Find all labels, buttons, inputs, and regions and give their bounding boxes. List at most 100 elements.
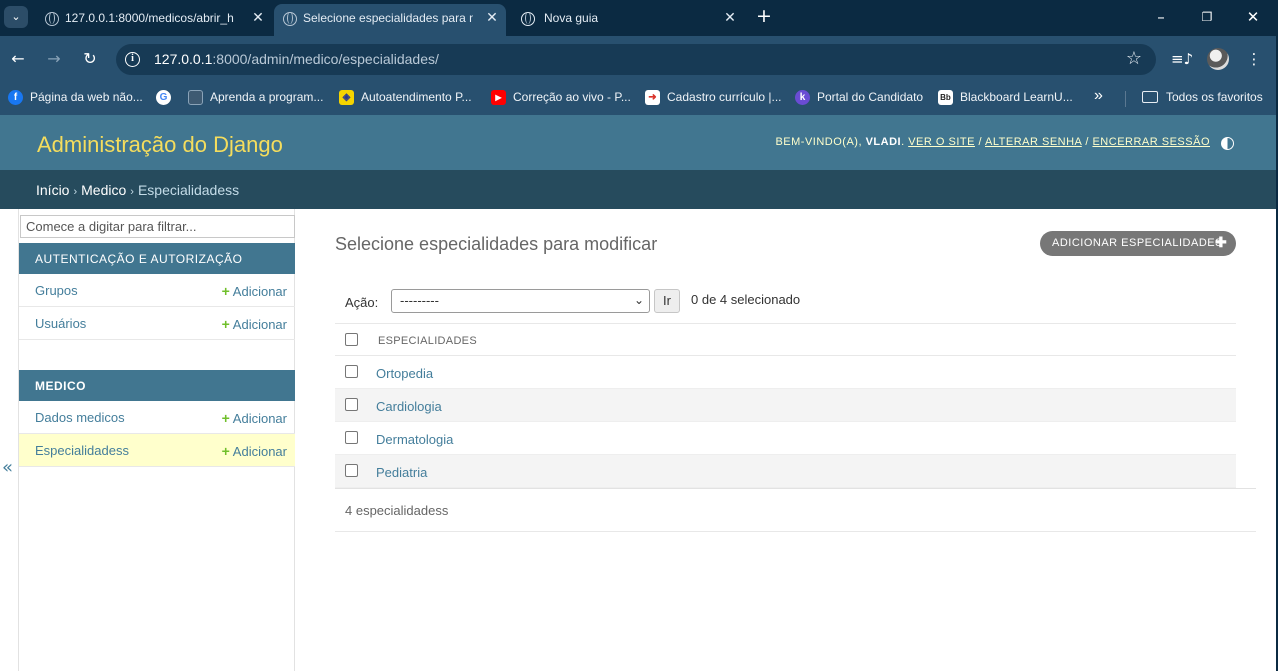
admin-header: Administração do Django Bem-vindo(a), vl… xyxy=(0,115,1276,170)
row-link[interactable]: Pediatria xyxy=(376,465,427,480)
table-header-row: Especialidades xyxy=(335,323,1236,356)
youtube-icon: ▶ xyxy=(491,90,506,105)
toggle-sidebar-icon[interactable]: « xyxy=(2,457,13,478)
reload-icon[interactable]: ↻ xyxy=(79,48,101,70)
add-link[interactable]: + Adicionar xyxy=(222,316,287,332)
browser-tab-especialidades[interactable]: Selecione especialidades para m ✕ xyxy=(274,4,506,36)
module-caption-auth[interactable]: Autenticação e Autorização xyxy=(19,243,295,274)
plus-icon: + xyxy=(221,410,230,426)
paginator: 4 especialidadess xyxy=(335,488,1256,532)
nav-sidebar: Autenticação e Autorização Grupos +Adici… xyxy=(18,209,295,671)
tab-search-chevron-icon[interactable]: ⌄ xyxy=(4,6,28,28)
add-link[interactable]: + Adicionar xyxy=(222,410,287,426)
globe-icon xyxy=(45,12,59,26)
plus-icon: ✚ xyxy=(1215,234,1228,250)
media-control-icon[interactable]: ≡♪ xyxy=(1171,48,1193,70)
divider xyxy=(1125,91,1126,107)
new-tab-plus-icon[interactable]: + xyxy=(754,6,774,26)
sidebar-filter-input[interactable] xyxy=(20,215,295,238)
folder-icon xyxy=(1142,91,1158,103)
chrome-icon xyxy=(521,12,535,26)
more-bookmarks-chevron-icon[interactable]: » xyxy=(1094,87,1103,105)
back-arrow-icon[interactable]: ← xyxy=(7,48,29,70)
site-brand[interactable]: Administração do Django xyxy=(37,132,283,158)
row-checkbox[interactable] xyxy=(345,431,358,444)
k-icon: k xyxy=(795,90,810,105)
row-link[interactable]: Ortopedia xyxy=(376,366,433,381)
main-content: Selecione especialidades para modificar … xyxy=(296,209,1276,671)
row-link[interactable]: Dermatologia xyxy=(376,432,453,447)
breadcrumb: Início › Medico › Especialidadess xyxy=(0,170,1276,209)
welcome-text: Bem-vindo(a), xyxy=(775,136,863,148)
theme-toggle-icon[interactable] xyxy=(1221,137,1234,150)
go-button[interactable]: Ir xyxy=(654,289,680,313)
row-link[interactable]: Cardiologia xyxy=(376,399,442,414)
column-header[interactable]: Especialidades xyxy=(378,335,477,347)
model-link[interactable]: Dados medicos xyxy=(35,410,125,425)
close-icon[interactable]: ✕ xyxy=(484,9,500,25)
page-icon xyxy=(188,90,203,105)
browser-tab-nova-guia[interactable]: Nova guia ✕ xyxy=(512,4,744,36)
sidebar-item-dados-medicos: Dados medicos + Adicionar xyxy=(19,401,295,434)
model-link[interactable]: Grupos xyxy=(35,283,78,298)
sidebar-item-usuarios: Usuários + Adicionar xyxy=(19,307,295,340)
sidebar-item-grupos: Grupos + Adicionar xyxy=(19,274,295,307)
facebook-icon: f xyxy=(8,90,23,105)
logout-link[interactable]: Encerrar sessão xyxy=(1092,136,1210,148)
row-checkbox[interactable] xyxy=(345,365,358,378)
breadcrumb-separator: › xyxy=(130,186,134,198)
view-site-link[interactable]: Ver o site xyxy=(908,136,975,148)
sidebar-item-especialidadess: Especialidadess + Adicionar xyxy=(19,434,295,467)
selection-counter: 0 de 4 selecionado xyxy=(691,292,801,307)
plus-icon: + xyxy=(221,283,230,299)
close-icon[interactable]: ✕ xyxy=(250,9,266,25)
close-icon[interactable]: ✕ xyxy=(722,9,738,25)
browser-tab-strip: ⌄ 127.0.0.1:8000/medicos/abrir_h ✕ Selec… xyxy=(0,0,1278,36)
browser-tab-medicos[interactable]: 127.0.0.1:8000/medicos/abrir_h ✕ xyxy=(36,4,272,36)
tab-title: 127.0.0.1:8000/medicos/abrir_h xyxy=(65,11,234,25)
browser-toolbar: ← → ↻ i 127.0.0.1:8000/admin/medico/espe… xyxy=(0,36,1278,82)
plus-icon: + xyxy=(221,316,230,332)
plus-icon: + xyxy=(221,443,230,459)
login-icon: ➜ xyxy=(645,90,660,105)
tab-title: Selecione especialidades para m xyxy=(303,11,473,25)
module-caption-medico[interactable]: Medico xyxy=(19,370,295,401)
breadcrumb-home[interactable]: Início xyxy=(36,182,69,198)
select-all-checkbox[interactable] xyxy=(345,333,358,346)
results-table: Especialidades Ortopedia Cardiologia Der… xyxy=(335,323,1236,488)
breadcrumb-app[interactable]: Medico xyxy=(81,182,126,198)
window-close-icon[interactable]: ✕ xyxy=(1240,6,1266,28)
model-link[interactable]: Especialidadess xyxy=(35,443,129,458)
add-link[interactable]: + Adicionar xyxy=(222,283,287,299)
kebab-menu-icon[interactable]: ⋮ xyxy=(1243,48,1265,70)
action-label: Ação: xyxy=(345,295,379,310)
table-row: Pediatria xyxy=(335,455,1236,488)
bookmark-star-icon[interactable]: ☆ xyxy=(1126,48,1142,69)
minimize-icon[interactable]: – xyxy=(1148,6,1174,28)
globe-icon xyxy=(283,12,297,26)
breadcrumb-current: Especialidadess xyxy=(137,182,240,198)
breadcrumb-separator: › xyxy=(73,186,78,198)
url-text[interactable]: 127.0.0.1:8000/admin/medico/especialidad… xyxy=(154,51,439,67)
page-title: Selecione especialidades para modificar xyxy=(335,234,658,254)
tab-title: Nova guia xyxy=(544,11,599,25)
blackboard-icon: Bb xyxy=(938,90,953,105)
table-row: Cardiologia xyxy=(335,389,1236,422)
action-select[interactable]: --------- ⌄ xyxy=(391,289,650,313)
google-icon: G xyxy=(156,90,171,105)
add-link[interactable]: + Adicionar xyxy=(222,443,287,459)
site-info-icon[interactable]: i xyxy=(125,52,140,67)
row-checkbox[interactable] xyxy=(345,398,358,411)
change-password-link[interactable]: Alterar senha xyxy=(985,136,1082,148)
profile-avatar[interactable] xyxy=(1207,48,1229,70)
add-especialidades-button[interactable]: Adicionar especialidades ✚ xyxy=(1040,231,1236,256)
address-bar[interactable]: i 127.0.0.1:8000/admin/medico/especialid… xyxy=(116,44,1156,75)
table-row: Ortopedia xyxy=(335,356,1236,389)
forward-arrow-icon[interactable]: → xyxy=(43,48,65,70)
row-checkbox[interactable] xyxy=(345,464,358,477)
chevron-down-icon: ⌄ xyxy=(633,293,644,307)
model-link[interactable]: Usuários xyxy=(35,316,86,331)
bank-icon: ◈ xyxy=(339,90,354,105)
restore-icon[interactable]: ❐ xyxy=(1194,6,1220,28)
action-bar: Ação: --------- ⌄ Ir 0 de 4 selecionado xyxy=(335,287,1236,317)
